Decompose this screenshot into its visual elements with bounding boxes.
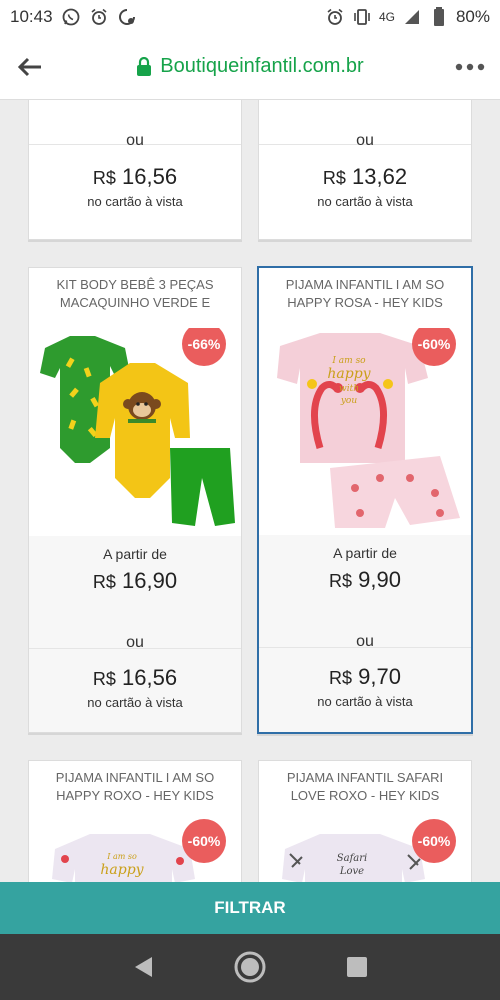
android-nav-bar: [0, 934, 500, 1000]
nav-recents-icon: [346, 957, 367, 977]
domain-text: Boutiqueinfantil.com.br: [160, 55, 364, 77]
battery-level: 80%: [455, 7, 490, 26]
product-price: R$ 9,90: [329, 567, 401, 592]
product-title[interactable]: KIT BODY BEBÊ 3 PEÇAS MACAQUINHO VERDE E…: [39, 276, 231, 312]
product-image[interactable]: Safari Love -60%: [260, 819, 470, 882]
discount-badge: -60%: [412, 819, 456, 863]
payment-note: no cartão à vista: [87, 695, 183, 710]
back-button[interactable]: [0, 34, 60, 100]
filter-button[interactable]: FILTRAR: [0, 882, 500, 934]
card-price: R$ 13,62: [322, 164, 408, 189]
nav-back-button[interactable]: [123, 947, 163, 987]
vibrate-icon: [352, 7, 372, 27]
svg-text:happy: happy: [100, 862, 144, 878]
product-card[interactable]: PIJAMA INFANTIL SAFARI LOVE ROXO - HEY K…: [258, 760, 472, 882]
payment-note: no cartão à vista: [87, 194, 183, 209]
alarm-icon: [89, 7, 109, 27]
card-price: R$ 16,56: [92, 665, 178, 690]
battery-icon: [429, 7, 449, 27]
product-image[interactable]: I am so happy with you -60%: [260, 328, 470, 535]
product-card[interactable]: ou R$ 16,56 no cartão à vista: [28, 100, 242, 240]
discount-badge: -60%: [182, 819, 226, 863]
status-time: 10:43: [10, 7, 53, 26]
product-price: R$ 16,90: [92, 568, 178, 593]
from-label: A partir de: [103, 546, 167, 562]
payment-note: no cartão à vista: [317, 694, 413, 709]
product-card-selected[interactable]: PIJAMA INFANTIL I AM SO HAPPY ROSA - HEY…: [257, 266, 473, 734]
product-card[interactable]: KIT BODY BEBÊ 3 PEÇAS MACAQUINHO VERDE E…: [28, 267, 242, 733]
product-image[interactable]: -66%: [30, 328, 240, 536]
card-price: R$ 9,70: [329, 664, 401, 689]
data-saver-icon: [117, 7, 137, 27]
svg-text:you: you: [340, 396, 358, 406]
network-type: 4G: [378, 10, 395, 24]
lock-icon: [137, 56, 152, 76]
payment-note: no cartão à vista: [317, 194, 413, 209]
nav-back-icon: [135, 957, 153, 977]
product-card[interactable]: PIJAMA INFANTIL I AM SO HAPPY ROXO - HEY…: [28, 760, 242, 882]
nav-recents-button[interactable]: [337, 947, 377, 987]
from-label: A partir de: [333, 545, 397, 561]
whatsapp-icon: [61, 7, 81, 27]
svg-text:Love: Love: [339, 866, 364, 877]
svg-text:I am so: I am so: [331, 356, 366, 366]
product-grid: ou R$ 16,56 no cartão à vista ou R$ 13,6…: [0, 100, 500, 882]
svg-text:I am so: I am so: [106, 852, 137, 861]
browser-url-bar: Boutiqueinfantil.com.br: [0, 34, 500, 100]
ou-label: ou: [126, 634, 144, 651]
more-menu-button[interactable]: [440, 34, 500, 100]
arrow-left-icon: [17, 57, 41, 76]
svg-text:with: with: [339, 384, 359, 394]
svg-text:happy: happy: [327, 366, 371, 382]
product-title[interactable]: PIJAMA INFANTIL I AM SO HAPPY ROXO - HEY…: [39, 769, 231, 805]
ou-label: ou: [356, 633, 374, 650]
nav-home-button[interactable]: [230, 947, 270, 987]
more-dots-icon: [455, 63, 485, 70]
url-domain[interactable]: Boutiqueinfantil.com.br: [60, 55, 440, 78]
product-card[interactable]: ou R$ 13,62 no cartão à vista: [258, 100, 472, 240]
product-image[interactable]: I am so happy -60%: [30, 819, 240, 882]
status-bar: 10:43 4G 80%: [0, 0, 500, 34]
alarm-icon: [325, 7, 345, 27]
ou-label: ou: [126, 132, 144, 149]
nav-home-icon: [234, 951, 266, 983]
signal-icon: [402, 7, 422, 27]
product-title[interactable]: PIJAMA INFANTIL I AM SO HAPPY ROSA - HEY…: [269, 276, 461, 312]
card-price: R$ 16,56: [92, 164, 178, 189]
ou-label: ou: [356, 132, 374, 149]
product-title[interactable]: PIJAMA INFANTIL SAFARI LOVE ROXO - HEY K…: [269, 769, 461, 805]
svg-text:Safari: Safari: [337, 853, 367, 864]
